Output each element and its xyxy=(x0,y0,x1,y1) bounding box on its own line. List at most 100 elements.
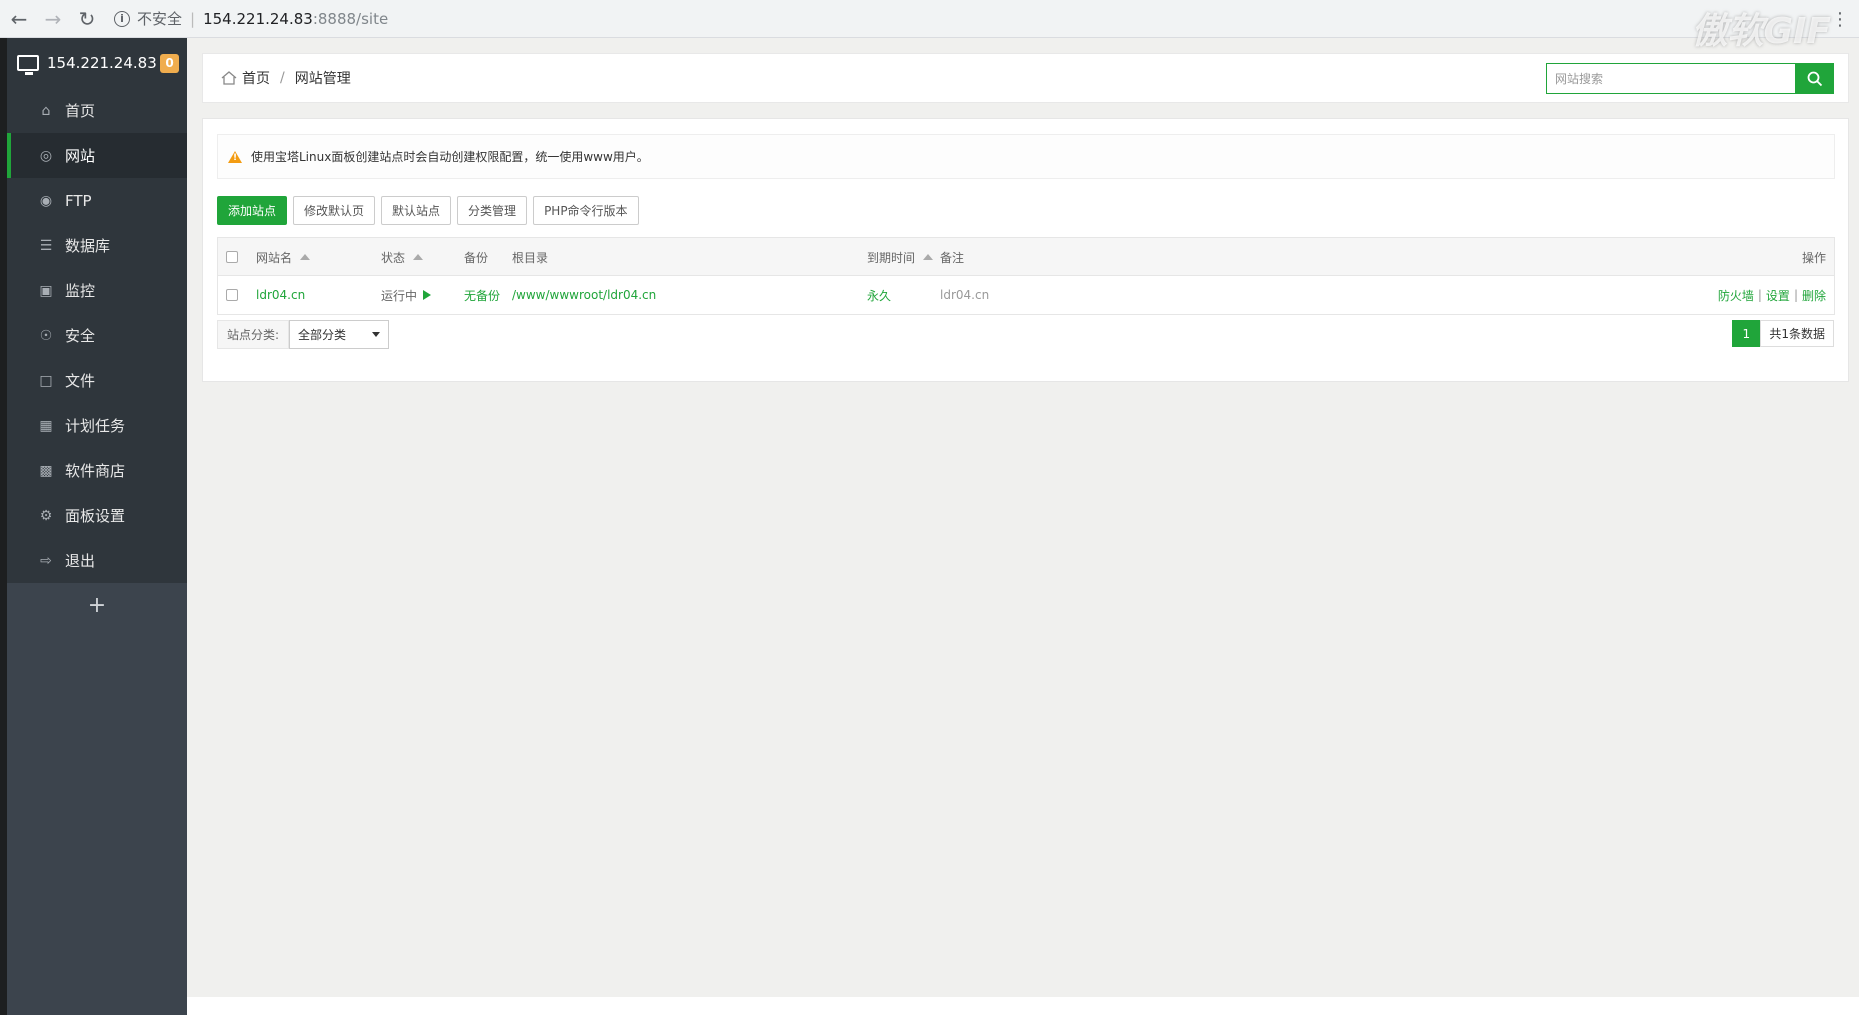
sidebar-item-software-store[interactable]: ▩ 软件商店 xyxy=(7,448,187,493)
category-manage-button[interactable]: 分类管理 xyxy=(457,196,528,225)
search-icon xyxy=(1807,71,1823,86)
sidebar-item-website[interactable]: ◎ 网站 xyxy=(7,133,187,178)
address-separator: | xyxy=(190,9,196,28)
sidebar-item-security[interactable]: ☉ 安全 xyxy=(7,313,187,358)
header-name[interactable]: 网站名 xyxy=(256,238,311,276)
header-note: 备注 xyxy=(940,238,964,276)
page-current[interactable]: 1 xyxy=(1732,320,1761,347)
sidebar-item-cron[interactable]: ▦ 计划任务 xyxy=(7,403,187,448)
category-label: 站点分类: xyxy=(217,320,290,349)
address-bar[interactable]: i 不安全 | 154.221.24.83 :8888/site xyxy=(114,4,388,34)
header-status[interactable]: 状态 xyxy=(381,238,424,276)
row-checkbox[interactable] xyxy=(226,289,238,301)
browser-menu-icon[interactable]: ⋮ xyxy=(1831,9,1849,30)
alert-text: 使用宝塔Linux面板创建站点时会自动创建权限配置，统一使用www用户。 xyxy=(251,150,649,164)
breadcrumb-home[interactable]: 首页 xyxy=(242,68,270,88)
calendar-icon: ▦ xyxy=(39,417,53,434)
ops-separator: | xyxy=(1793,288,1798,302)
select-all-checkbox[interactable] xyxy=(226,251,238,263)
page-total: 共1条数据 xyxy=(1760,320,1834,347)
sidebar: 154.221.24.83 0 ⌂ 首页 ◎ 网站 ◉ FTP ☰ 数据库 ▣ … xyxy=(7,38,187,1015)
url-path: :8888/site xyxy=(312,9,389,28)
home-icon: ⌂ xyxy=(41,102,51,119)
left-edge-strip xyxy=(0,38,7,1015)
firewall-link[interactable]: 防火墙 xyxy=(1718,287,1754,304)
default-site-button[interactable]: 默认站点 xyxy=(381,196,452,225)
sidebar-item-panel-settings[interactable]: ⚙ 面板设置 xyxy=(7,493,187,538)
sidebar-item-label: 计划任务 xyxy=(65,417,126,435)
row-select-cell xyxy=(226,276,238,314)
logout-icon: ⇨ xyxy=(40,552,52,569)
sidebar-item-files[interactable]: □ 文件 xyxy=(7,358,187,403)
search-input[interactable] xyxy=(1546,63,1796,94)
sort-icon xyxy=(413,254,424,260)
table-header: 网站名 状态 备份 根目录 到期时间 备注 操作 xyxy=(218,238,1834,276)
sidebar-item-home[interactable]: ⌂ 首页 xyxy=(7,88,187,133)
breadcrumb-current: 网站管理 xyxy=(294,71,351,87)
globe-icon: ◎ xyxy=(39,147,53,164)
message-badge[interactable]: 0 xyxy=(160,53,179,73)
ops-separator: | xyxy=(1757,288,1762,302)
site-panel: ! 使用宝塔Linux面板创建站点时会自动创建权限配置，统一使用www用户。 添… xyxy=(202,118,1849,382)
warning-icon: ! xyxy=(228,150,242,163)
chevron-down-icon xyxy=(372,332,381,337)
sidebar-menu: ⌂ 首页 ◎ 网站 ◉ FTP ☰ 数据库 ▣ 监控 ☉ 安全 □ 文件 ▦ 计 xyxy=(7,88,187,583)
ftp-icon: ◉ xyxy=(39,192,53,209)
site-table: 网站名 状态 备份 根目录 到期时间 备注 操作 ldr04.cn 运行中 无备… xyxy=(217,237,1835,315)
backup-link[interactable]: 无备份 xyxy=(464,276,500,314)
database-icon: ☰ xyxy=(39,237,53,254)
folder-icon: □ xyxy=(39,372,53,389)
status-text: 运行中 xyxy=(381,288,418,303)
header-expire[interactable]: 到期时间 xyxy=(867,238,934,276)
header-label: 备份 xyxy=(464,250,489,265)
home-icon[interactable] xyxy=(221,71,237,85)
add-site-button[interactable]: 添加站点 xyxy=(217,196,288,225)
header-label: 状态 xyxy=(381,250,406,265)
root-dir-link[interactable]: /www/wwwroot/ldr04.cn xyxy=(512,276,656,314)
browser-toolbar: ← → ↻ i 不安全 | 154.221.24.83 :8888/site 傲… xyxy=(0,0,1859,52)
expire-link[interactable]: 永久 xyxy=(867,276,891,314)
bottom-strip xyxy=(187,997,1859,1015)
sidebar-item-logout[interactable]: ⇨ 退出 xyxy=(7,538,187,583)
category-select[interactable]: 全部分类 xyxy=(289,320,390,349)
monitor-icon: ▣ xyxy=(39,282,53,299)
category-filter: 站点分类: 全部分类 xyxy=(217,320,390,349)
sort-icon xyxy=(923,254,934,260)
sidebar-item-ftp[interactable]: ◉ FTP xyxy=(7,178,187,223)
delete-link[interactable]: 删除 xyxy=(1802,287,1826,304)
category-selected: 全部分类 xyxy=(298,328,347,342)
sidebar-item-label: 退出 xyxy=(65,552,96,570)
sort-icon xyxy=(300,254,311,260)
sidebar-item-label: 面板设置 xyxy=(65,507,126,525)
table-row: ldr04.cn 运行中 无备份 /www/wwwroot/ldr04.cn 永… xyxy=(218,276,1834,314)
site-name-link[interactable]: ldr04.cn xyxy=(256,276,305,314)
header-backup: 备份 xyxy=(464,238,488,276)
url-host: 154.221.24.83 xyxy=(203,9,313,28)
forward-icon[interactable]: → xyxy=(38,4,68,34)
reload-icon[interactable]: ↻ xyxy=(72,4,102,34)
sidebar-item-label: 网站 xyxy=(65,147,96,165)
settings-link[interactable]: 设置 xyxy=(1766,287,1790,304)
header-label: 备注 xyxy=(940,250,965,265)
header-label: 网站名 xyxy=(256,250,293,265)
info-icon[interactable]: i xyxy=(114,10,130,27)
site-status[interactable]: 运行中 xyxy=(381,276,432,314)
modify-default-page-button[interactable]: 修改默认页 xyxy=(293,196,376,225)
server-ip: 154.221.24.83 xyxy=(47,54,157,72)
sidebar-item-label: 安全 xyxy=(65,327,96,345)
play-icon xyxy=(423,290,432,300)
php-cli-version-button[interactable]: PHP命令行版本 xyxy=(533,196,639,225)
add-menu-button[interactable]: + xyxy=(7,583,187,628)
pagination: 1 共1条数据 xyxy=(1732,320,1834,347)
site-note[interactable]: ldr04.cn xyxy=(940,276,989,314)
header-ops: 操作 xyxy=(1802,238,1826,276)
header-label: 操作 xyxy=(1801,250,1826,265)
sidebar-item-database[interactable]: ☰ 数据库 xyxy=(7,223,187,268)
top-bar: 首页 / 网站管理 xyxy=(202,53,1849,103)
site-toolbar: 添加站点 修改默认页 默认站点 分类管理 PHP命令行版本 xyxy=(217,196,639,225)
back-icon[interactable]: ← xyxy=(4,4,34,34)
header-label: 根目录 xyxy=(512,250,549,265)
sidebar-item-monitor[interactable]: ▣ 监控 xyxy=(7,268,187,313)
breadcrumb-separator: / xyxy=(280,70,285,86)
search-button[interactable] xyxy=(1796,63,1834,94)
